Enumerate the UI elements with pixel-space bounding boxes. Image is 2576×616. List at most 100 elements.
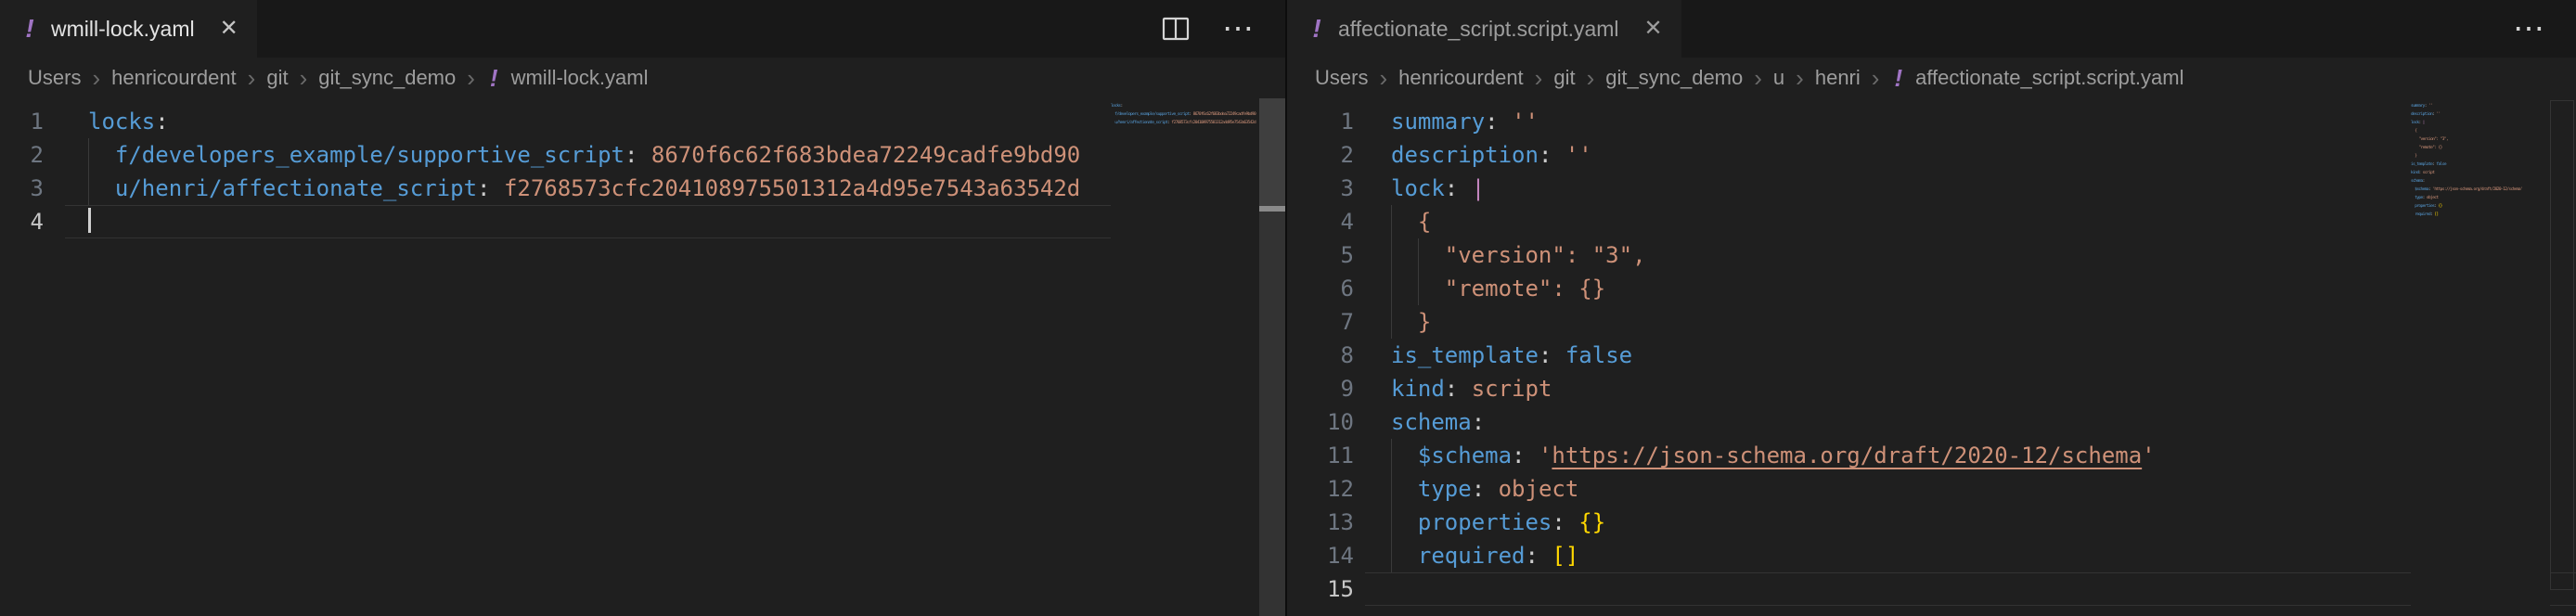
line-number: 7	[1287, 305, 1365, 339]
minimap-token: ''	[2428, 104, 2432, 109]
line-number: 1	[0, 105, 65, 138]
breadcrumb-item[interactable]: git	[266, 66, 288, 90]
minimap-line: summary: ''	[2411, 102, 2550, 110]
code-line[interactable]: u/henri/affectionate_script: f2768573cfc…	[65, 172, 1285, 205]
minimap-token: "remote": {}	[2418, 146, 2441, 150]
code-line-row: 2f/developers_example/supportive_script:…	[0, 138, 1285, 172]
code-line[interactable]: kind: script	[1365, 372, 2576, 405]
scrollbar[interactable]	[2550, 98, 2576, 616]
minimap-token: $schema	[2415, 187, 2428, 192]
code-line[interactable]: "version": "3",	[1365, 238, 2576, 272]
chevron-right-icon: ›	[1587, 66, 1595, 90]
text-cursor	[88, 208, 91, 233]
minimap[interactable]: locks: f/developers_example/supportive_s…	[1111, 102, 1259, 616]
code-token	[1539, 543, 1552, 569]
code-token: $schema	[1418, 443, 1512, 468]
code-line[interactable]: f/developers_example/supportive_script: …	[65, 138, 1285, 172]
code-line[interactable]: {	[1365, 205, 2576, 238]
code-line[interactable]: "remote": {}	[1365, 272, 2576, 305]
code-line[interactable]: lock: |	[1365, 172, 2576, 205]
minimap-token: u/henri/affectionate_script	[1114, 121, 1167, 125]
breadcrumb-item[interactable]: git_sync_demo	[318, 66, 456, 90]
code-line[interactable]	[65, 205, 1285, 238]
minimap-token: object	[2427, 196, 2439, 200]
code-line[interactable]: type: object	[1365, 472, 2576, 506]
code-token: object	[1499, 476, 1579, 502]
line-number: 14	[1287, 539, 1365, 572]
code-line-row: 6"remote": {}	[1287, 272, 2576, 305]
chevron-right-icon: ›	[467, 66, 475, 90]
close-icon[interactable]: ✕	[1644, 18, 1663, 40]
line-number: 11	[1287, 439, 1365, 472]
breadcrumb-item[interactable]: git_sync_demo	[1605, 66, 1743, 90]
scrollbar-thumb[interactable]	[1259, 98, 1285, 210]
breadcrumb-file[interactable]: affectionate_script.script.yaml	[1915, 66, 2183, 90]
tab-wmill-lock-yaml[interactable]: ! wmill-lock.yaml ✕	[0, 0, 257, 58]
code-token: properties	[1418, 509, 1552, 535]
indent-guide	[1391, 472, 1418, 506]
code-token: script	[1472, 376, 1552, 402]
close-icon[interactable]: ✕	[220, 18, 238, 40]
code-line[interactable]: properties: {}	[1365, 506, 2576, 539]
more-actions-icon[interactable]: ⋯	[1222, 13, 1254, 45]
code-editor[interactable]: 1summary: ''2description: ''3lock: |4{5"…	[1287, 98, 2576, 616]
code-token: :	[1485, 109, 1498, 135]
scrollbar[interactable]	[1259, 98, 1285, 616]
breadcrumb-item[interactable]: Users	[1315, 66, 1368, 90]
code-line[interactable]: is_template: false	[1365, 339, 2576, 372]
code-token: "version": "3",	[1445, 242, 1646, 268]
editor-group-right: ! affectionate_script.script.yaml ✕ ⋯ Us…	[1285, 0, 2576, 616]
breadcrumb: Users›henricourdent›git›git_sync_demo›!w…	[0, 58, 1285, 98]
code-line[interactable]	[1365, 572, 2576, 606]
code-token: '	[1539, 443, 1552, 468]
code-token: :	[1472, 476, 1485, 502]
code-line[interactable]: schema:	[1365, 405, 2576, 439]
code-token: {	[1418, 209, 1431, 235]
code-editor[interactable]: 1locks:2f/developers_example/supportive_…	[0, 98, 1285, 616]
code-line[interactable]: }	[1365, 305, 2576, 339]
scrollbar-track	[1259, 212, 1285, 616]
breadcrumb-item[interactable]: git	[1553, 66, 1575, 90]
minimap-token: f/developers_example/supportive_script	[1114, 112, 1189, 117]
indent-guide	[1391, 238, 1418, 272]
code-line[interactable]: locks:	[65, 105, 1285, 138]
minimap-line: u/henri/affectionate_script: f2768573cfc…	[1111, 119, 1259, 127]
code-token: description	[1391, 142, 1539, 168]
code-line[interactable]: description: ''	[1365, 138, 2576, 172]
minimap[interactable]: summary: ''description: ''lock: | { "ver…	[2411, 102, 2550, 616]
code-line[interactable]: required: []	[1365, 539, 2576, 572]
minimap-line: description: ''	[2411, 110, 2550, 119]
scrollbar-track	[2550, 100, 2574, 590]
code-token	[1458, 376, 1471, 402]
breadcrumb: Users›henricourdent›git›git_sync_demo›u›…	[1287, 58, 2576, 98]
tab-affectionate-script-yaml[interactable]: ! affectionate_script.script.yaml ✕	[1287, 0, 1681, 58]
code-token: "remote": {}	[1445, 276, 1605, 302]
code-line-row: 7}	[1287, 305, 2576, 339]
code-token: :	[1445, 175, 1458, 201]
tab-bar-actions: ⋯	[1161, 0, 1285, 58]
more-actions-icon[interactable]: ⋯	[2513, 13, 2544, 45]
code-line-row: 1summary: ''	[1287, 105, 2576, 138]
code-token: :	[625, 142, 638, 168]
code-token: :	[1539, 142, 1552, 168]
breadcrumb-item[interactable]: henri	[1815, 66, 1861, 90]
line-number: 9	[1287, 372, 1365, 405]
indent-guide	[1391, 539, 1418, 572]
tab-bar: ! affectionate_script.script.yaml ✕ ⋯	[1287, 0, 2576, 58]
tab-label: wmill-lock.yaml	[51, 17, 195, 42]
minimap-token: }	[2415, 154, 2416, 159]
minimap-token: ''	[2436, 112, 2440, 117]
breadcrumb-item[interactable]: henricourdent	[111, 66, 237, 90]
code-line[interactable]: $schema: 'https://json-schema.org/draft/…	[1365, 439, 2576, 472]
yaml-warning-icon: !	[1894, 64, 1902, 93]
code-token	[1552, 342, 1565, 368]
breadcrumb-file[interactable]: wmill-lock.yaml	[511, 66, 649, 90]
code-line[interactable]: summary: ''	[1365, 105, 2576, 138]
breadcrumb-item[interactable]: Users	[28, 66, 81, 90]
breadcrumb-item[interactable]: u	[1773, 66, 1784, 90]
breadcrumb-item[interactable]: henricourdent	[1398, 66, 1524, 90]
minimap-line: schema:	[2411, 177, 2550, 186]
split-editor-icon[interactable]	[1161, 14, 1191, 44]
indent-guide	[1391, 506, 1418, 539]
code-token: :	[1552, 509, 1565, 535]
